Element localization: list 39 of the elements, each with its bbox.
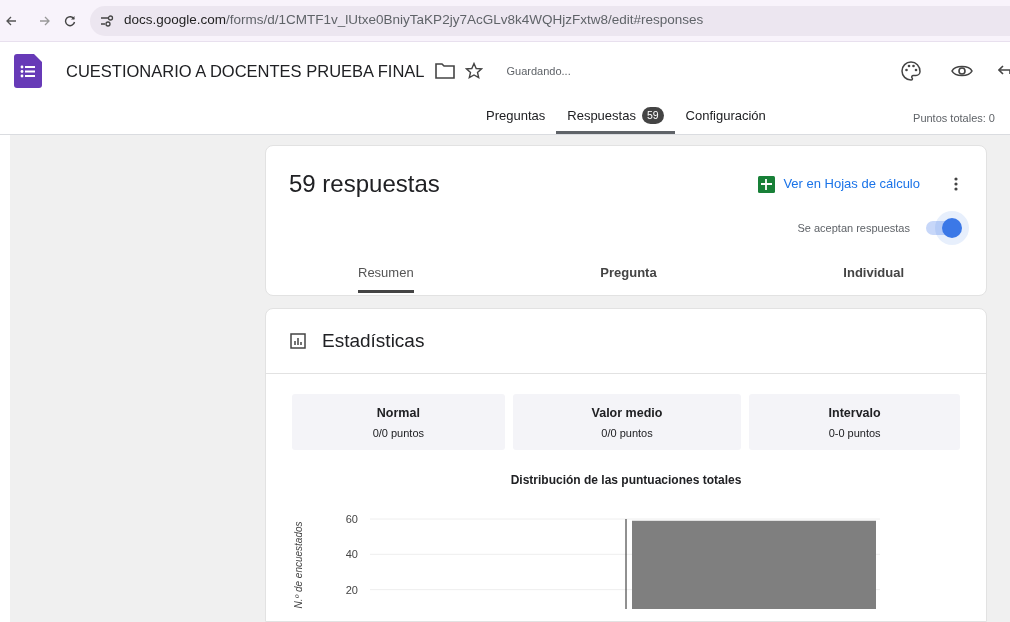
accepting-responses-label: Se aceptan respuestas — [797, 221, 910, 236]
stat-value: 0-0 puntos — [827, 425, 882, 441]
bar-chart-icon — [290, 333, 306, 349]
count-badge: 59 — [641, 106, 664, 125]
y-axis-label: N.º de encuestados — [293, 521, 304, 609]
forward-icon[interactable] — [40, 15, 50, 26]
stat-label: Normal — [375, 405, 421, 422]
tab[interactable]: Configuración — [674, 100, 777, 134]
total-points: Puntos totales: 0 — [913, 111, 995, 126]
y-tick-label: 20 — [345, 583, 358, 596]
view-tab[interactable]: Pregunta — [600, 254, 657, 293]
star-icon[interactable] — [464, 62, 483, 80]
save-status: Guardando... — [506, 63, 571, 79]
accepting-responses-switch[interactable] — [926, 221, 960, 236]
url-text: docs.google.com/forms/d/1CMTF1v_lUtxe0BniyTaKP2jy7AcGLv8k4WQHjzFxtw8/edit#responses — [124, 11, 704, 30]
stat-label: Valor medio — [590, 405, 664, 422]
stat-value: 0/0 puntos — [371, 425, 426, 441]
view-tab[interactable]: Resumen — [358, 254, 414, 293]
palette-icon[interactable] — [901, 61, 921, 81]
address-bar[interactable]: docs.google.com/forms/d/1CMTF1v_lUtxe0BniyTaKP2jy7AcGLv8k4WQHjzFxtw8/edit#responses — [90, 5, 1010, 36]
folder-icon[interactable] — [434, 63, 455, 79]
stat-label: Intervalo — [827, 405, 882, 422]
view-tab[interactable]: Individual — [843, 254, 904, 293]
form-title[interactable]: CUESTIONARIO A DOCENTES PRUEBA FINAL — [66, 58, 425, 84]
site-settings-icon[interactable] — [100, 14, 114, 27]
sheets-icon — [758, 175, 776, 193]
y-tick-label: 60 — [345, 513, 358, 526]
statistics-title: Estadísticas — [322, 328, 425, 353]
stat-value: 0/0 puntos — [600, 425, 654, 441]
forms-logo-icon — [14, 54, 42, 88]
tab[interactable]: Preguntas — [475, 100, 557, 134]
response-count: 59 respuestas — [289, 169, 440, 199]
chart-title: Distribución de las puntuaciones totales — [509, 472, 743, 490]
y-tick-label: 40 — [345, 548, 358, 561]
more-options-icon[interactable] — [954, 177, 958, 191]
reload-icon[interactable] — [64, 14, 76, 27]
view-in-sheets-link[interactable]: Ver en Hojas de cálculo — [757, 173, 921, 195]
back-icon[interactable] — [6, 15, 16, 26]
preview-eye-icon[interactable] — [951, 64, 973, 78]
